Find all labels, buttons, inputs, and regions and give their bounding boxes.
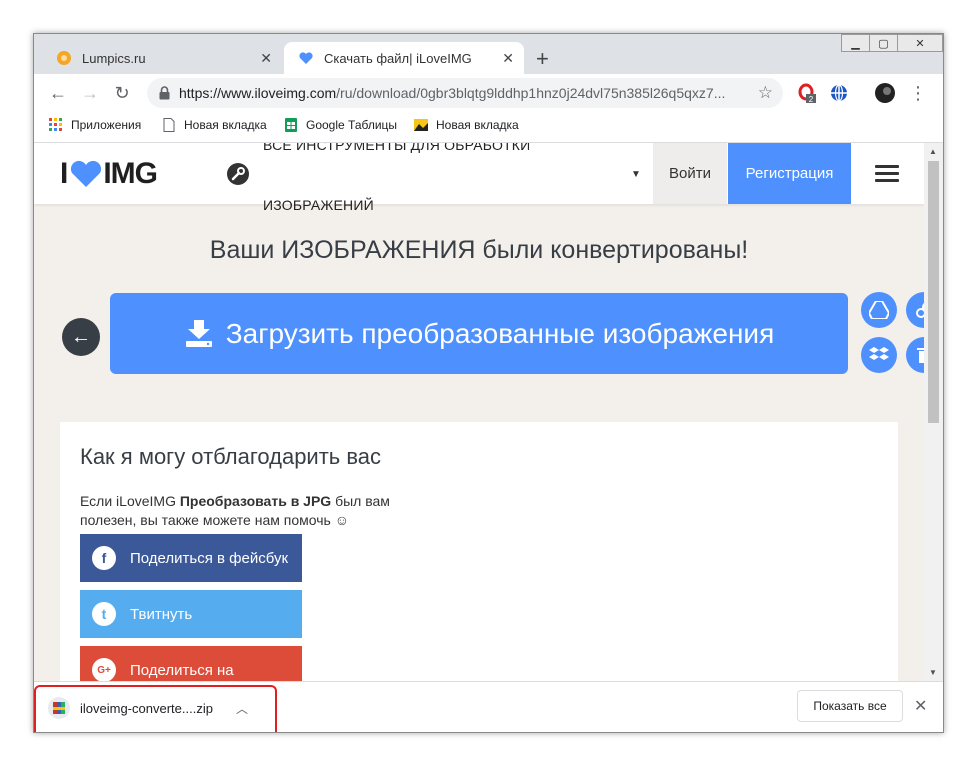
bookmark-new-tab-1[interactable]: Новая вкладка [162, 118, 267, 132]
bookmark-label: Google Таблицы [306, 118, 398, 132]
thanks-text-prefix: Если iLoveIMG [80, 493, 180, 509]
url-text: https://www.iloveimg.com/ru/download/0gb… [179, 85, 725, 101]
facebook-icon: f [92, 546, 116, 570]
trash-icon[interactable] [906, 337, 924, 373]
logo-text-left: I [60, 157, 68, 190]
sheets-icon [285, 118, 297, 132]
tab-close-icon[interactable]: ✕ [260, 50, 272, 67]
bookmark-label: Приложения [71, 118, 142, 132]
bookmark-label: Новая вкладка [184, 118, 267, 132]
link-icon[interactable] [906, 292, 924, 328]
opera-extension-icon[interactable]: 2 [797, 83, 817, 103]
share-facebook-button[interactable]: f Поделиться в фейсбук [80, 534, 302, 582]
login-button[interactable]: Войти [653, 143, 727, 204]
tab-strip: Lumpics.ru ✕ Скачать файл| iLoveIMG ✕ + [34, 34, 943, 74]
heart-favicon-icon [299, 52, 313, 64]
hamburger-menu-icon[interactable] [875, 165, 899, 182]
arrow-left-icon: ← [71, 325, 91, 348]
url-path: /ru/download/0gbr3blqtg9lddhp1hnz0j24dvl… [336, 85, 726, 101]
dropbox-icon[interactable] [861, 337, 897, 373]
back-arrow-icon[interactable]: ← [47, 82, 69, 104]
globe-extension-icon[interactable] [829, 83, 849, 103]
bookmark-label: Новая вкладка [436, 118, 519, 132]
scroll-up-icon[interactable]: ▲ [929, 147, 937, 156]
download-button-label: Загрузить преобразованные изображения [225, 317, 775, 349]
show-all-button[interactable]: Показать все [797, 690, 903, 722]
caret-down-icon[interactable]: ▼ [631, 169, 641, 180]
thanks-text-tool: Преобразовать в JPG [179, 493, 332, 509]
zip-archive-icon [48, 697, 70, 719]
browser-window: ▁ ▢ ✕ Lumpics.ru ✕ Скачать файл| iLoveIM… [33, 33, 944, 733]
page-content: I IMG ВСЕ ИНСТРУМЕНТЫ ДЛЯ ОБРАБОТКИ ИЗОБ… [34, 143, 924, 681]
site-header: I IMG ВСЕ ИНСТРУМЕНТЫ ДЛЯ ОБРАБОТКИ ИЗОБ… [34, 143, 924, 213]
reload-icon[interactable]: ↻ [111, 82, 133, 104]
url-host: https://www.iloveimg.com [179, 85, 337, 101]
tab-lumpics[interactable]: Lumpics.ru ✕ [42, 42, 282, 74]
share-label: Твитнуть [130, 605, 193, 623]
heart-logo-icon [71, 160, 102, 187]
lock-icon [159, 86, 170, 100]
back-circle-button[interactable]: ← [62, 318, 100, 356]
tools-menu-label-line1[interactable]: ВСЕ ИНСТРУМЕНТЫ ДЛЯ ОБРАБОТКИ [263, 143, 530, 153]
share-label: Поделиться на [130, 661, 234, 679]
twitter-icon: t [92, 602, 116, 626]
google-drive-icon[interactable] [861, 292, 897, 328]
apps-grid-icon [49, 118, 62, 131]
scrollbar-thumb[interactable] [928, 161, 939, 423]
chevron-up-icon[interactable]: ︿ [236, 700, 248, 717]
bookmark-google-sheets[interactable]: Google Таблицы [284, 118, 397, 132]
share-google-plus-button[interactable]: G+ Поделиться на [80, 646, 302, 681]
address-bar[interactable]: https://www.iloveimg.com/ru/download/0gb… [147, 78, 783, 108]
download-item[interactable]: iloveimg-converte....zip ︿ [48, 692, 248, 724]
download-shelf: iloveimg-converte....zip ︿ Показать все … [34, 681, 943, 732]
tab-close-icon[interactable]: ✕ [502, 50, 514, 67]
logo-text-right: IMG [103, 157, 158, 190]
extension-badge: 2 [809, 95, 814, 103]
page-title: Ваши ИЗОБРАЖЕНИЯ были конвертированы! [209, 236, 749, 264]
download-filename: iloveimg-converte....zip [80, 700, 213, 716]
kebab-menu-icon[interactable]: ⋮ [907, 82, 929, 104]
download-icon [185, 319, 212, 347]
scroll-down-icon[interactable]: ▼ [929, 668, 937, 677]
page-scrollbar[interactable]: ▲ ▼ [924, 143, 943, 681]
page-icon [163, 118, 175, 132]
tab-title: Lumpics.ru [82, 50, 146, 66]
google-plus-icon: G+ [92, 658, 116, 681]
new-tab-icon[interactable]: + [536, 46, 549, 72]
share-twitter-button[interactable]: t Твитнуть [80, 590, 302, 638]
thanks-heading: Как я могу отблагодарить вас [80, 444, 382, 469]
bookmarks-bar: Приложения Новая вкладка Google Таблицы … [34, 112, 943, 143]
profile-avatar[interactable] [875, 83, 895, 103]
iloveimg-logo[interactable]: I IMG [60, 157, 158, 191]
bookmark-star-icon[interactable]: ☆ [758, 83, 773, 103]
browser-toolbar: ← → ↻ https://www.iloveimg.com/ru/downlo… [34, 74, 943, 112]
thanks-text: Если iLoveIMG Преобразовать в JPG был ва… [80, 492, 420, 530]
bookmark-new-tab-2[interactable]: Новая вкладка [414, 118, 519, 132]
share-label: Поделиться в фейсбук [130, 549, 289, 567]
thanks-card: Как я могу отблагодарить вас Если iLoveI… [60, 422, 898, 681]
image-icon [414, 119, 428, 131]
forward-arrow-icon[interactable]: → [79, 82, 101, 104]
lumpics-favicon-icon [57, 51, 71, 65]
close-shelf-icon[interactable]: ✕ [914, 696, 927, 716]
wrench-icon[interactable] [227, 163, 249, 185]
download-button[interactable]: Загрузить преобразованные изображения [110, 293, 848, 374]
register-button[interactable]: Регистрация [728, 143, 851, 204]
tab-iloveimg[interactable]: Скачать файл| iLoveIMG ✕ [284, 42, 524, 74]
bookmark-apps[interactable]: Приложения [49, 118, 141, 132]
tools-menu-label-line2[interactable]: ИЗОБРАЖЕНИЙ [263, 197, 374, 213]
tab-title: Скачать файл| iLoveIMG [324, 50, 472, 66]
